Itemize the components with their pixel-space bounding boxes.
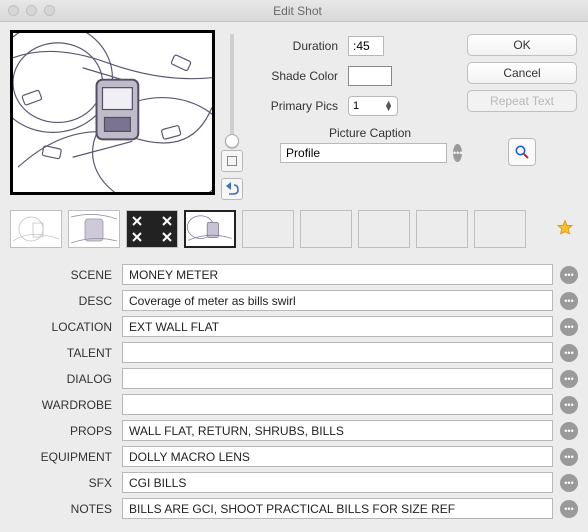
magnify-button[interactable] <box>508 138 536 166</box>
field-label-talent: TALENT <box>10 346 122 360</box>
thumbnail-3[interactable] <box>126 210 178 248</box>
picture-caption-field[interactable] <box>280 143 447 163</box>
field-label-props: PROPS <box>10 424 122 438</box>
field-label-notes: NOTES <box>10 502 122 516</box>
notes-more-button[interactable] <box>560 500 578 518</box>
primary-pics-stepper[interactable]: 1 ▲▼ <box>348 96 398 116</box>
equipment-field[interactable] <box>122 446 553 467</box>
notes-field[interactable] <box>122 498 553 519</box>
thumbnail-8[interactable] <box>416 210 468 248</box>
primary-pics-label: Primary Pics <box>250 99 348 113</box>
slider-thumb[interactable] <box>225 134 239 148</box>
undo-button[interactable] <box>221 178 243 200</box>
stepper-arrows-icon: ▲▼ <box>384 101 393 111</box>
field-label-desc: DESC <box>10 294 122 308</box>
field-label-equipment: EQUIPMENT <box>10 450 122 464</box>
props-more-button[interactable] <box>560 422 578 440</box>
equipment-more-button[interactable] <box>560 448 578 466</box>
desc-more-button[interactable] <box>560 292 578 310</box>
talent-field[interactable] <box>122 342 553 363</box>
wardrobe-field[interactable] <box>122 394 553 415</box>
thumbnail-9[interactable] <box>474 210 526 248</box>
location-more-button[interactable] <box>560 318 578 336</box>
shade-color-well[interactable] <box>348 66 392 86</box>
sfx-more-button[interactable] <box>560 474 578 492</box>
shade-color-label: Shade Color <box>250 69 348 83</box>
thumbnail-4[interactable] <box>184 210 236 248</box>
desc-field[interactable] <box>122 290 553 311</box>
dialog-field[interactable] <box>122 368 553 389</box>
caption-more-button[interactable] <box>453 144 462 162</box>
picture-caption-label: Picture Caption <box>280 126 460 140</box>
dialog-more-button[interactable] <box>560 370 578 388</box>
titlebar: Edit Shot <box>0 0 588 22</box>
field-label-wardrobe: WARDROBE <box>10 398 122 412</box>
thumbnail-1[interactable] <box>10 210 62 248</box>
thumbnail-strip <box>10 210 578 248</box>
field-label-dialog: DIALOG <box>10 372 122 386</box>
thumbnail-6[interactable] <box>300 210 352 248</box>
location-field[interactable] <box>122 316 553 337</box>
props-field[interactable] <box>122 420 553 441</box>
thumbnail-7[interactable] <box>358 210 410 248</box>
favorite-star-icon[interactable] <box>556 219 578 240</box>
field-label-location: LOCATION <box>10 320 122 334</box>
shot-preview <box>10 30 215 195</box>
duration-field[interactable] <box>348 36 384 56</box>
talent-more-button[interactable] <box>560 344 578 362</box>
crop-button[interactable] <box>221 150 243 172</box>
thumbnail-2[interactable] <box>68 210 120 248</box>
shot-fields: SCENE DESC LOCATION TALENT DIALOG WARDRO… <box>10 264 578 519</box>
thumbnail-5[interactable] <box>242 210 294 248</box>
ok-button[interactable]: OK <box>467 34 577 56</box>
field-label-sfx: SFX <box>10 476 122 490</box>
primary-pics-value: 1 <box>353 100 359 112</box>
repeat-text-button[interactable]: Repeat Text <box>467 90 577 112</box>
scene-field[interactable] <box>122 264 553 285</box>
sfx-field[interactable] <box>122 472 553 493</box>
window-title: Edit Shot <box>15 4 580 18</box>
duration-label: Duration <box>250 39 348 53</box>
zoom-slider[interactable] <box>230 34 234 144</box>
wardrobe-more-button[interactable] <box>560 396 578 414</box>
field-label-scene: SCENE <box>10 268 122 282</box>
scene-more-button[interactable] <box>560 266 578 284</box>
cancel-button[interactable]: Cancel <box>467 62 577 84</box>
